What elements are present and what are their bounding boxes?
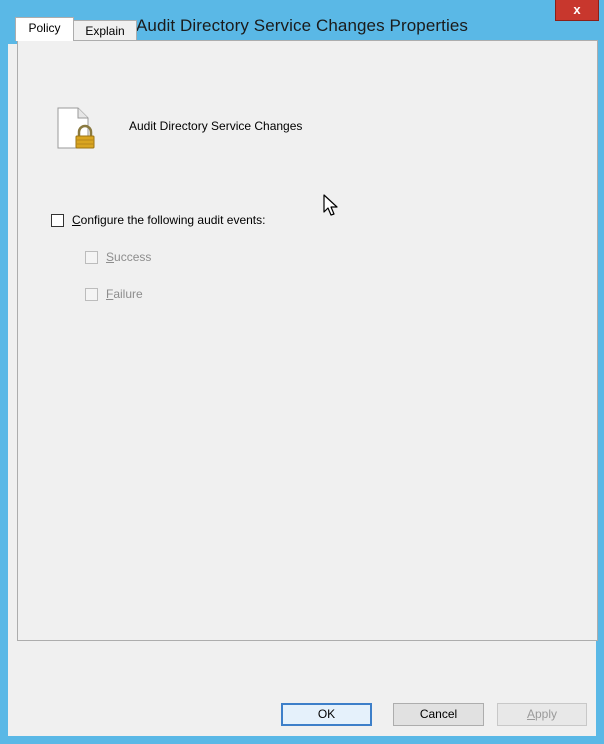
apply-button[interactable]: Apply (497, 703, 587, 726)
success-access-key: S (106, 250, 115, 264)
success-checkbox[interactable] (85, 250, 98, 264)
failure-label-text: ailure (113, 287, 143, 301)
configure-audit-events-checkbox[interactable] (51, 213, 64, 227)
configure-access-key: C (72, 213, 81, 227)
success-label-text: uccess (114, 250, 152, 264)
ok-button[interactable]: OK (281, 703, 372, 726)
apply-label-text: pply (535, 707, 558, 721)
configure-audit-events-option[interactable]: Configure the following audit events: (51, 213, 265, 227)
cancel-button[interactable]: Cancel (393, 703, 484, 726)
close-button[interactable]: x (555, 0, 599, 21)
locked-document-icon (57, 107, 95, 149)
configure-label-text: onfigure the following audit events: (80, 213, 266, 227)
mouse-cursor-icon (323, 194, 338, 216)
configure-audit-events-label: Configure the following audit events: (72, 213, 265, 227)
tab-explain[interactable]: Explain (74, 20, 137, 41)
policy-name: Audit Directory Service Changes (129, 119, 303, 133)
policy-tab-panel (17, 40, 598, 641)
failure-option[interactable]: Failure (85, 287, 143, 301)
failure-checkbox[interactable] (85, 287, 98, 301)
success-label: Success (106, 250, 151, 264)
success-option[interactable]: Success (85, 250, 151, 264)
failure-label: Failure (106, 287, 143, 301)
apply-access-key: A (526, 707, 535, 721)
tab-policy[interactable]: Policy (15, 17, 74, 41)
